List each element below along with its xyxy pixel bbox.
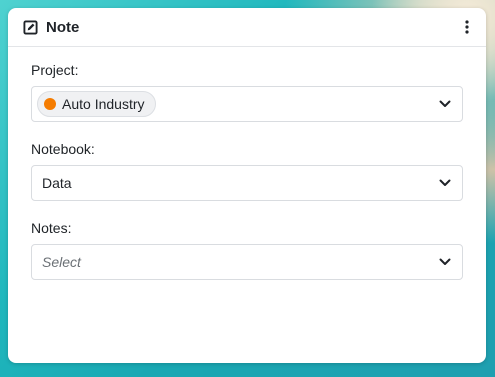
card-title: Note	[46, 18, 80, 36]
card-body: Project: Auto Industry Notebook: Data No…	[8, 47, 486, 280]
notes-placeholder: Select	[42, 254, 81, 270]
chevron-down-icon	[437, 175, 453, 191]
project-chip-label: Auto Industry	[62, 96, 145, 112]
chevron-down-icon	[437, 254, 453, 270]
project-chip: Auto Industry	[37, 91, 156, 117]
notebook-label: Notebook:	[31, 141, 95, 157]
notebook-select[interactable]: Data	[31, 165, 463, 201]
notebook-value: Data	[42, 175, 72, 191]
card-header: Note	[8, 8, 486, 47]
chevron-down-icon	[437, 96, 453, 112]
project-color-dot	[44, 98, 56, 110]
kebab-menu-icon[interactable]	[460, 17, 474, 37]
notes-label: Notes:	[31, 220, 72, 236]
edit-square-icon	[22, 19, 38, 35]
note-card: Note Project: Auto Industry Notebook: Da…	[8, 8, 486, 363]
project-select[interactable]: Auto Industry	[31, 86, 463, 122]
project-value: Auto Industry	[37, 91, 437, 117]
notes-select[interactable]: Select	[31, 244, 463, 280]
project-label: Project:	[31, 62, 79, 78]
